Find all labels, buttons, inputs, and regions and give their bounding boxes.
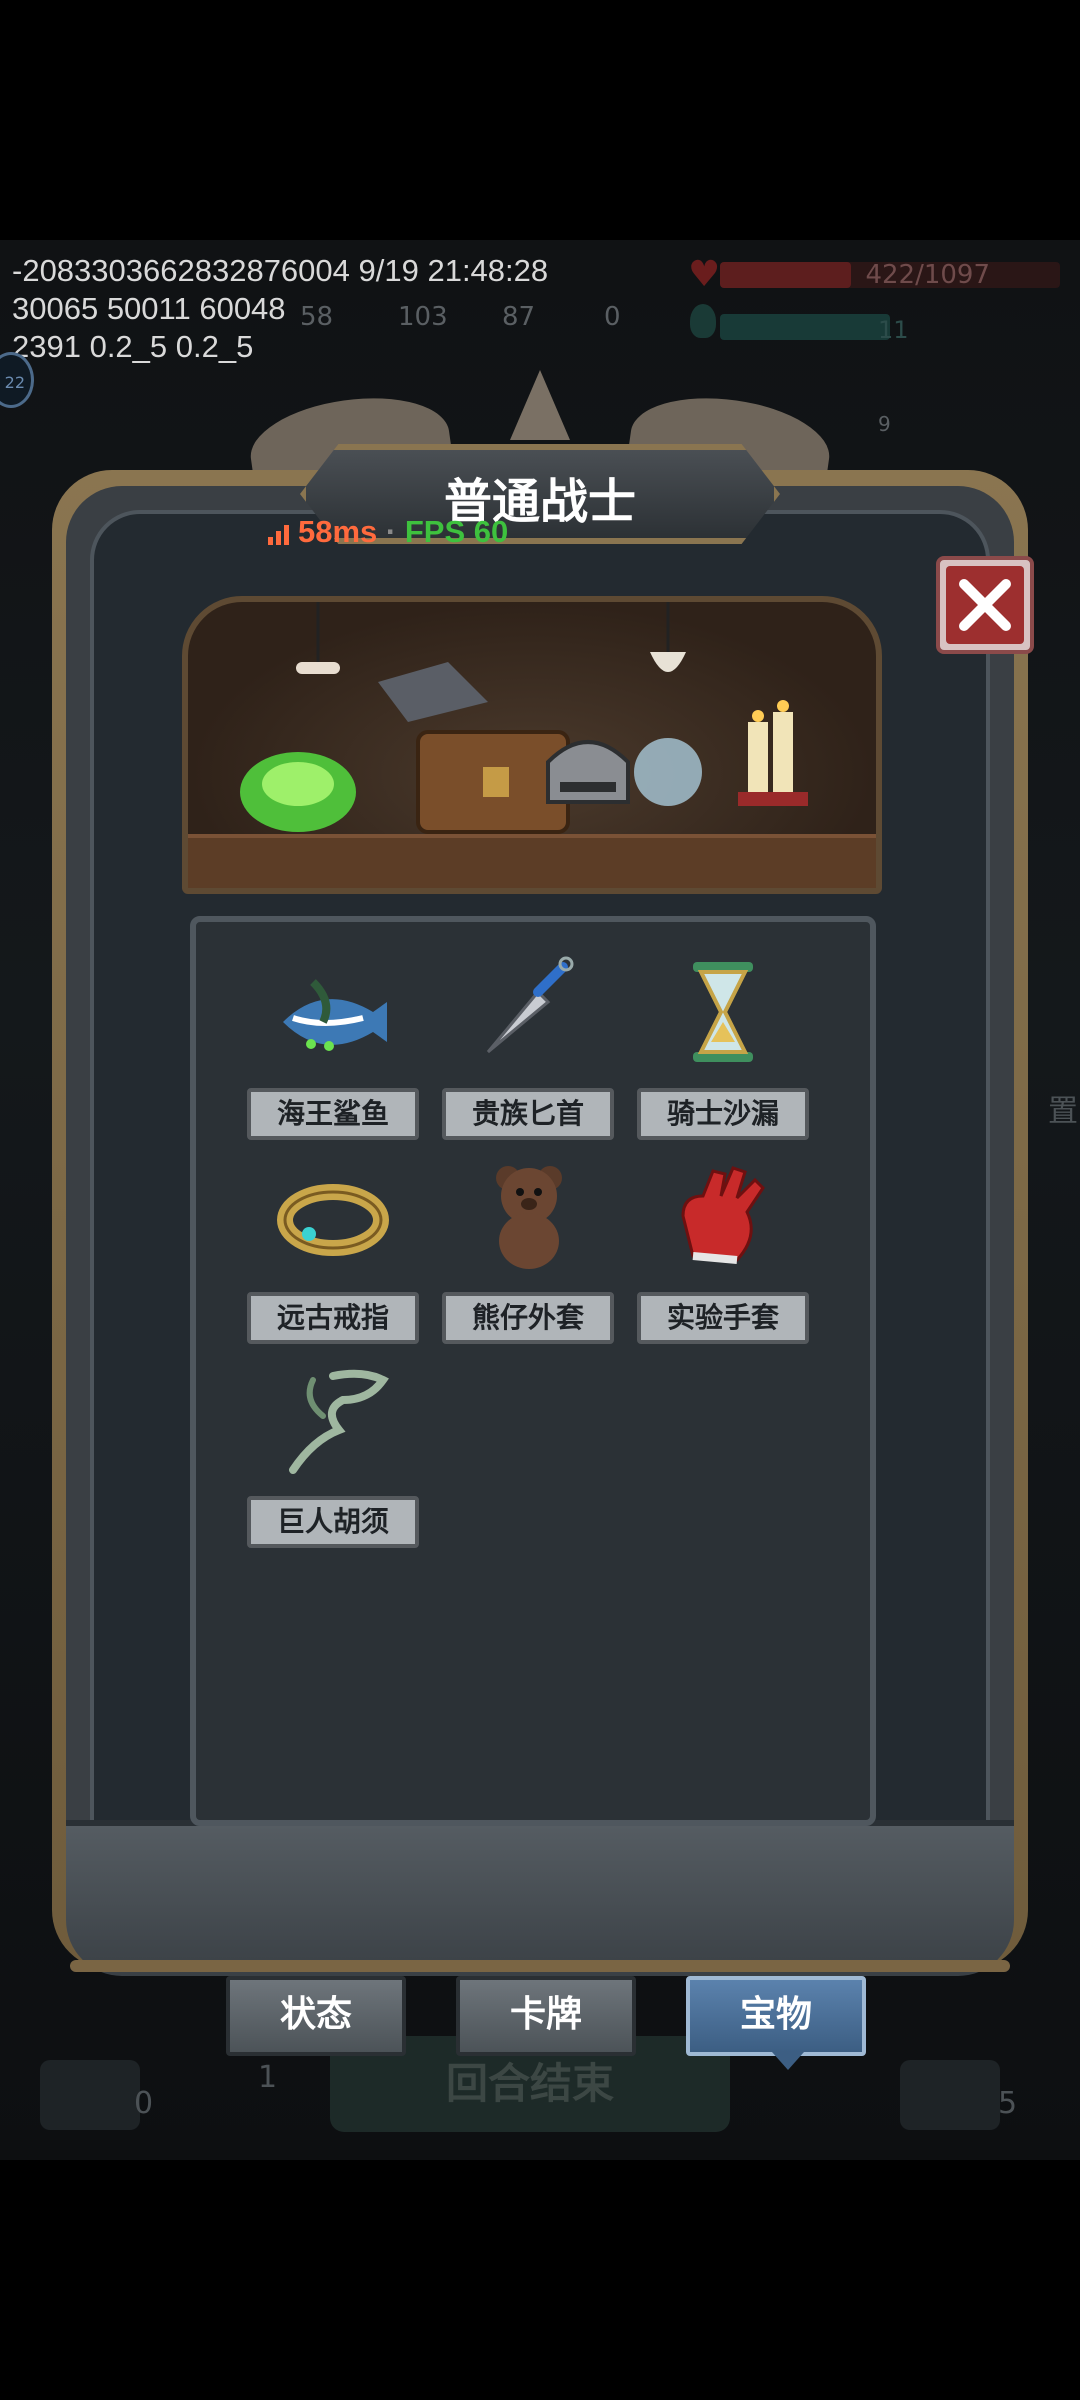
shark-fish-icon bbox=[283, 979, 387, 1051]
mp-text: 11 bbox=[878, 316, 909, 344]
tab-treasure[interactable]: 宝物 bbox=[686, 1976, 866, 2056]
treasure-label: 海王鲨鱼 bbox=[247, 1088, 419, 1140]
side-label: 置 bbox=[1048, 1094, 1078, 1129]
giant-beard-icon bbox=[289, 1369, 389, 1474]
treasure-label: 贵族匕首 bbox=[442, 1088, 614, 1140]
treasure-label: 熊仔外套 bbox=[442, 1292, 614, 1344]
hourglass-icon bbox=[693, 962, 753, 1062]
ring-icon bbox=[277, 1184, 389, 1256]
treasure-label: 骑士沙漏 bbox=[637, 1088, 809, 1140]
frame-crown bbox=[510, 370, 570, 440]
panel-gold-trim bbox=[70, 1960, 1010, 1972]
energy-count: 1 bbox=[258, 2060, 278, 2095]
hp-bar-fill bbox=[720, 262, 851, 288]
signal-icon bbox=[268, 523, 292, 545]
hud-counter: 9 bbox=[878, 412, 891, 436]
mp-bar bbox=[720, 314, 890, 340]
heart-icon: ♥ bbox=[688, 254, 721, 295]
tab-cards[interactable]: 卡牌 bbox=[456, 1976, 636, 2056]
tab-active-pointer bbox=[772, 2052, 804, 2070]
red-glove-icon bbox=[681, 1166, 765, 1264]
debug-line-2: 30065 50011 60048 bbox=[12, 291, 286, 326]
treasure-shelf-illustration bbox=[182, 596, 882, 894]
teddy-bear-icon bbox=[496, 1166, 562, 1269]
panel-frame-bottom bbox=[66, 1820, 1014, 1976]
debug-line-3: 2391 0.2_5 0.2_5 bbox=[12, 329, 254, 364]
ping-text: 58ms bbox=[298, 514, 378, 549]
dagger-icon bbox=[486, 956, 574, 1054]
tab-status[interactable]: 状态 bbox=[226, 1976, 406, 2056]
perf-separator: · bbox=[385, 514, 397, 549]
draw-pile-count: 0 bbox=[134, 2086, 154, 2121]
hp-bar: 422/1097 bbox=[720, 260, 1060, 290]
close-button[interactable] bbox=[936, 556, 1034, 654]
hud-stat: 0 bbox=[604, 302, 621, 332]
fps-text: FPS 60 bbox=[404, 514, 509, 549]
discard-pile-icon bbox=[900, 2060, 1000, 2130]
hud-stat: 58 bbox=[300, 302, 334, 332]
hud-stat: 87 bbox=[502, 302, 536, 332]
debug-line-1: -2083303662832876004 9/19 21:48:28 bbox=[12, 253, 549, 288]
perf-overlay: 58ms · FPS 60 bbox=[268, 514, 508, 550]
discard-pile-count: 5 bbox=[998, 2086, 1018, 2121]
mana-flask-icon bbox=[690, 304, 716, 338]
treasure-label: 远古戒指 bbox=[247, 1292, 419, 1344]
treasure-label: 实验手套 bbox=[637, 1292, 809, 1344]
treasure-pile-icon bbox=[240, 602, 808, 834]
treasure-label: 巨人胡须 bbox=[247, 1496, 419, 1548]
hp-text: 422/1097 bbox=[865, 260, 990, 290]
draw-pile-icon bbox=[40, 2060, 140, 2130]
close-icon bbox=[959, 579, 1011, 631]
treasure-inventory-panel: 海王鲨鱼 贵族匕首 骑士沙漏 远古戒指 熊仔外套 实验手套 巨人胡须 bbox=[190, 916, 876, 1826]
hud-stat: 103 bbox=[398, 302, 448, 332]
